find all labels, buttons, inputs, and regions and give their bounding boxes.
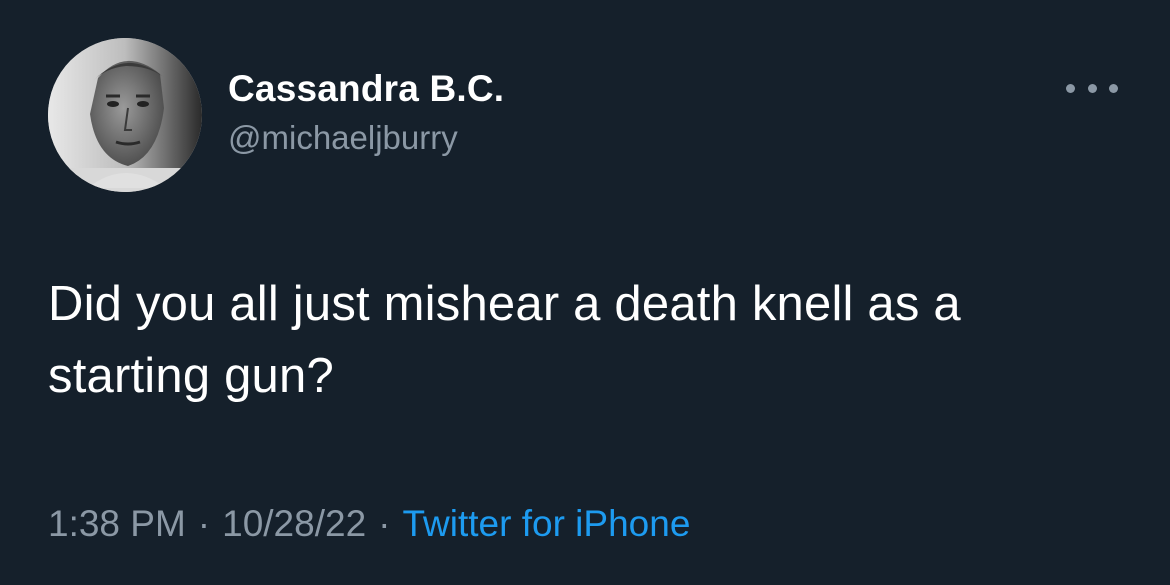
tweet-time[interactable]: 1:38 PM xyxy=(48,503,186,544)
tweet-text: Did you all just mishear a death knell a… xyxy=(48,277,961,403)
avatar-photo xyxy=(48,38,202,192)
more-dot xyxy=(1109,83,1118,93)
user-handle[interactable]: @michaeljburry xyxy=(228,118,504,158)
tweet-source-link[interactable]: Twitter for iPhone xyxy=(402,503,690,544)
meta-separator: · xyxy=(197,503,211,544)
avatar[interactable] xyxy=(48,38,202,192)
more-dot xyxy=(1066,83,1075,93)
meta-separator: · xyxy=(378,503,391,544)
tweet-meta: 1:38 PM · 10/28/22 · Twitter for iPhone xyxy=(48,500,690,548)
more-dot xyxy=(1087,83,1097,93)
author-block: Cassandra B.C. @michaeljburry xyxy=(228,66,504,158)
display-name[interactable]: Cassandra B.C. xyxy=(228,66,504,112)
tweet-date[interactable]: 10/28/22 xyxy=(222,503,366,544)
tweet-card: Cassandra B.C. @michaeljburry Did you al… xyxy=(0,0,1170,585)
more-options-icon[interactable] xyxy=(1066,70,1118,106)
